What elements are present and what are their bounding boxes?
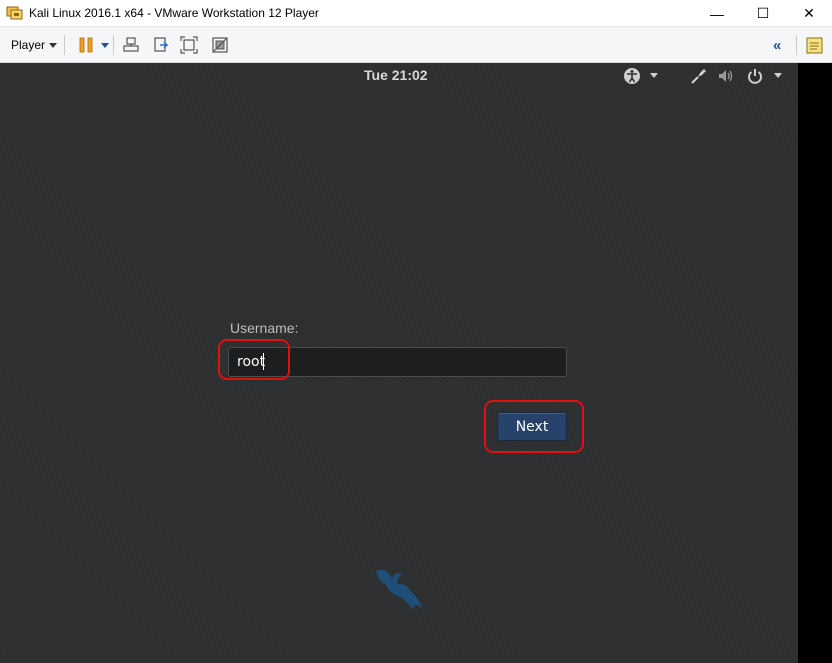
toolbar-divider [796,35,797,55]
close-button[interactable]: ✕ [786,0,832,27]
toolbar-divider [64,35,65,55]
toolbar-divider [113,35,114,55]
chevron-down-icon[interactable] [650,73,658,78]
chevron-down-icon[interactable] [774,73,782,78]
vm-display[interactable]: Tue 21:02 Username: Next [0,63,798,663]
power-icon[interactable] [746,67,764,85]
player-menu-button[interactable]: Player [11,38,58,52]
fullscreen-icon[interactable] [180,36,198,54]
kali-dragon-logo-icon [376,569,422,609]
maximize-button[interactable]: ☐ [740,0,786,27]
collapse-toolbar-icon[interactable]: « [773,37,781,54]
chevron-down-icon [49,42,58,48]
pause-icon[interactable] [77,36,95,54]
network-icon[interactable] [690,67,708,85]
pause-dropdown-icon[interactable] [101,43,109,48]
username-label: Username: [230,320,299,336]
send-ctrl-alt-del-icon[interactable] [122,36,140,54]
player-toolbar: Player « [0,27,832,63]
clock[interactable]: Tue 21:02 [364,67,428,83]
unity-icon[interactable] [211,36,229,54]
removable-devices-icon[interactable] [152,36,170,54]
vmware-app-icon [6,6,23,20]
player-menu-label: Player [11,38,46,52]
annotation-highlight-next [484,400,584,453]
annotation-highlight-username [218,339,290,380]
accessibility-icon[interactable] [623,67,641,85]
vm-border-strip [798,63,832,663]
volume-icon[interactable] [717,67,735,85]
library-icon[interactable] [805,36,824,55]
window-titlebar: Kali Linux 2016.1 x64 - VMware Workstati… [0,0,832,27]
minimize-button[interactable]: — [694,0,740,27]
window-title: Kali Linux 2016.1 x64 - VMware Workstati… [29,6,319,20]
